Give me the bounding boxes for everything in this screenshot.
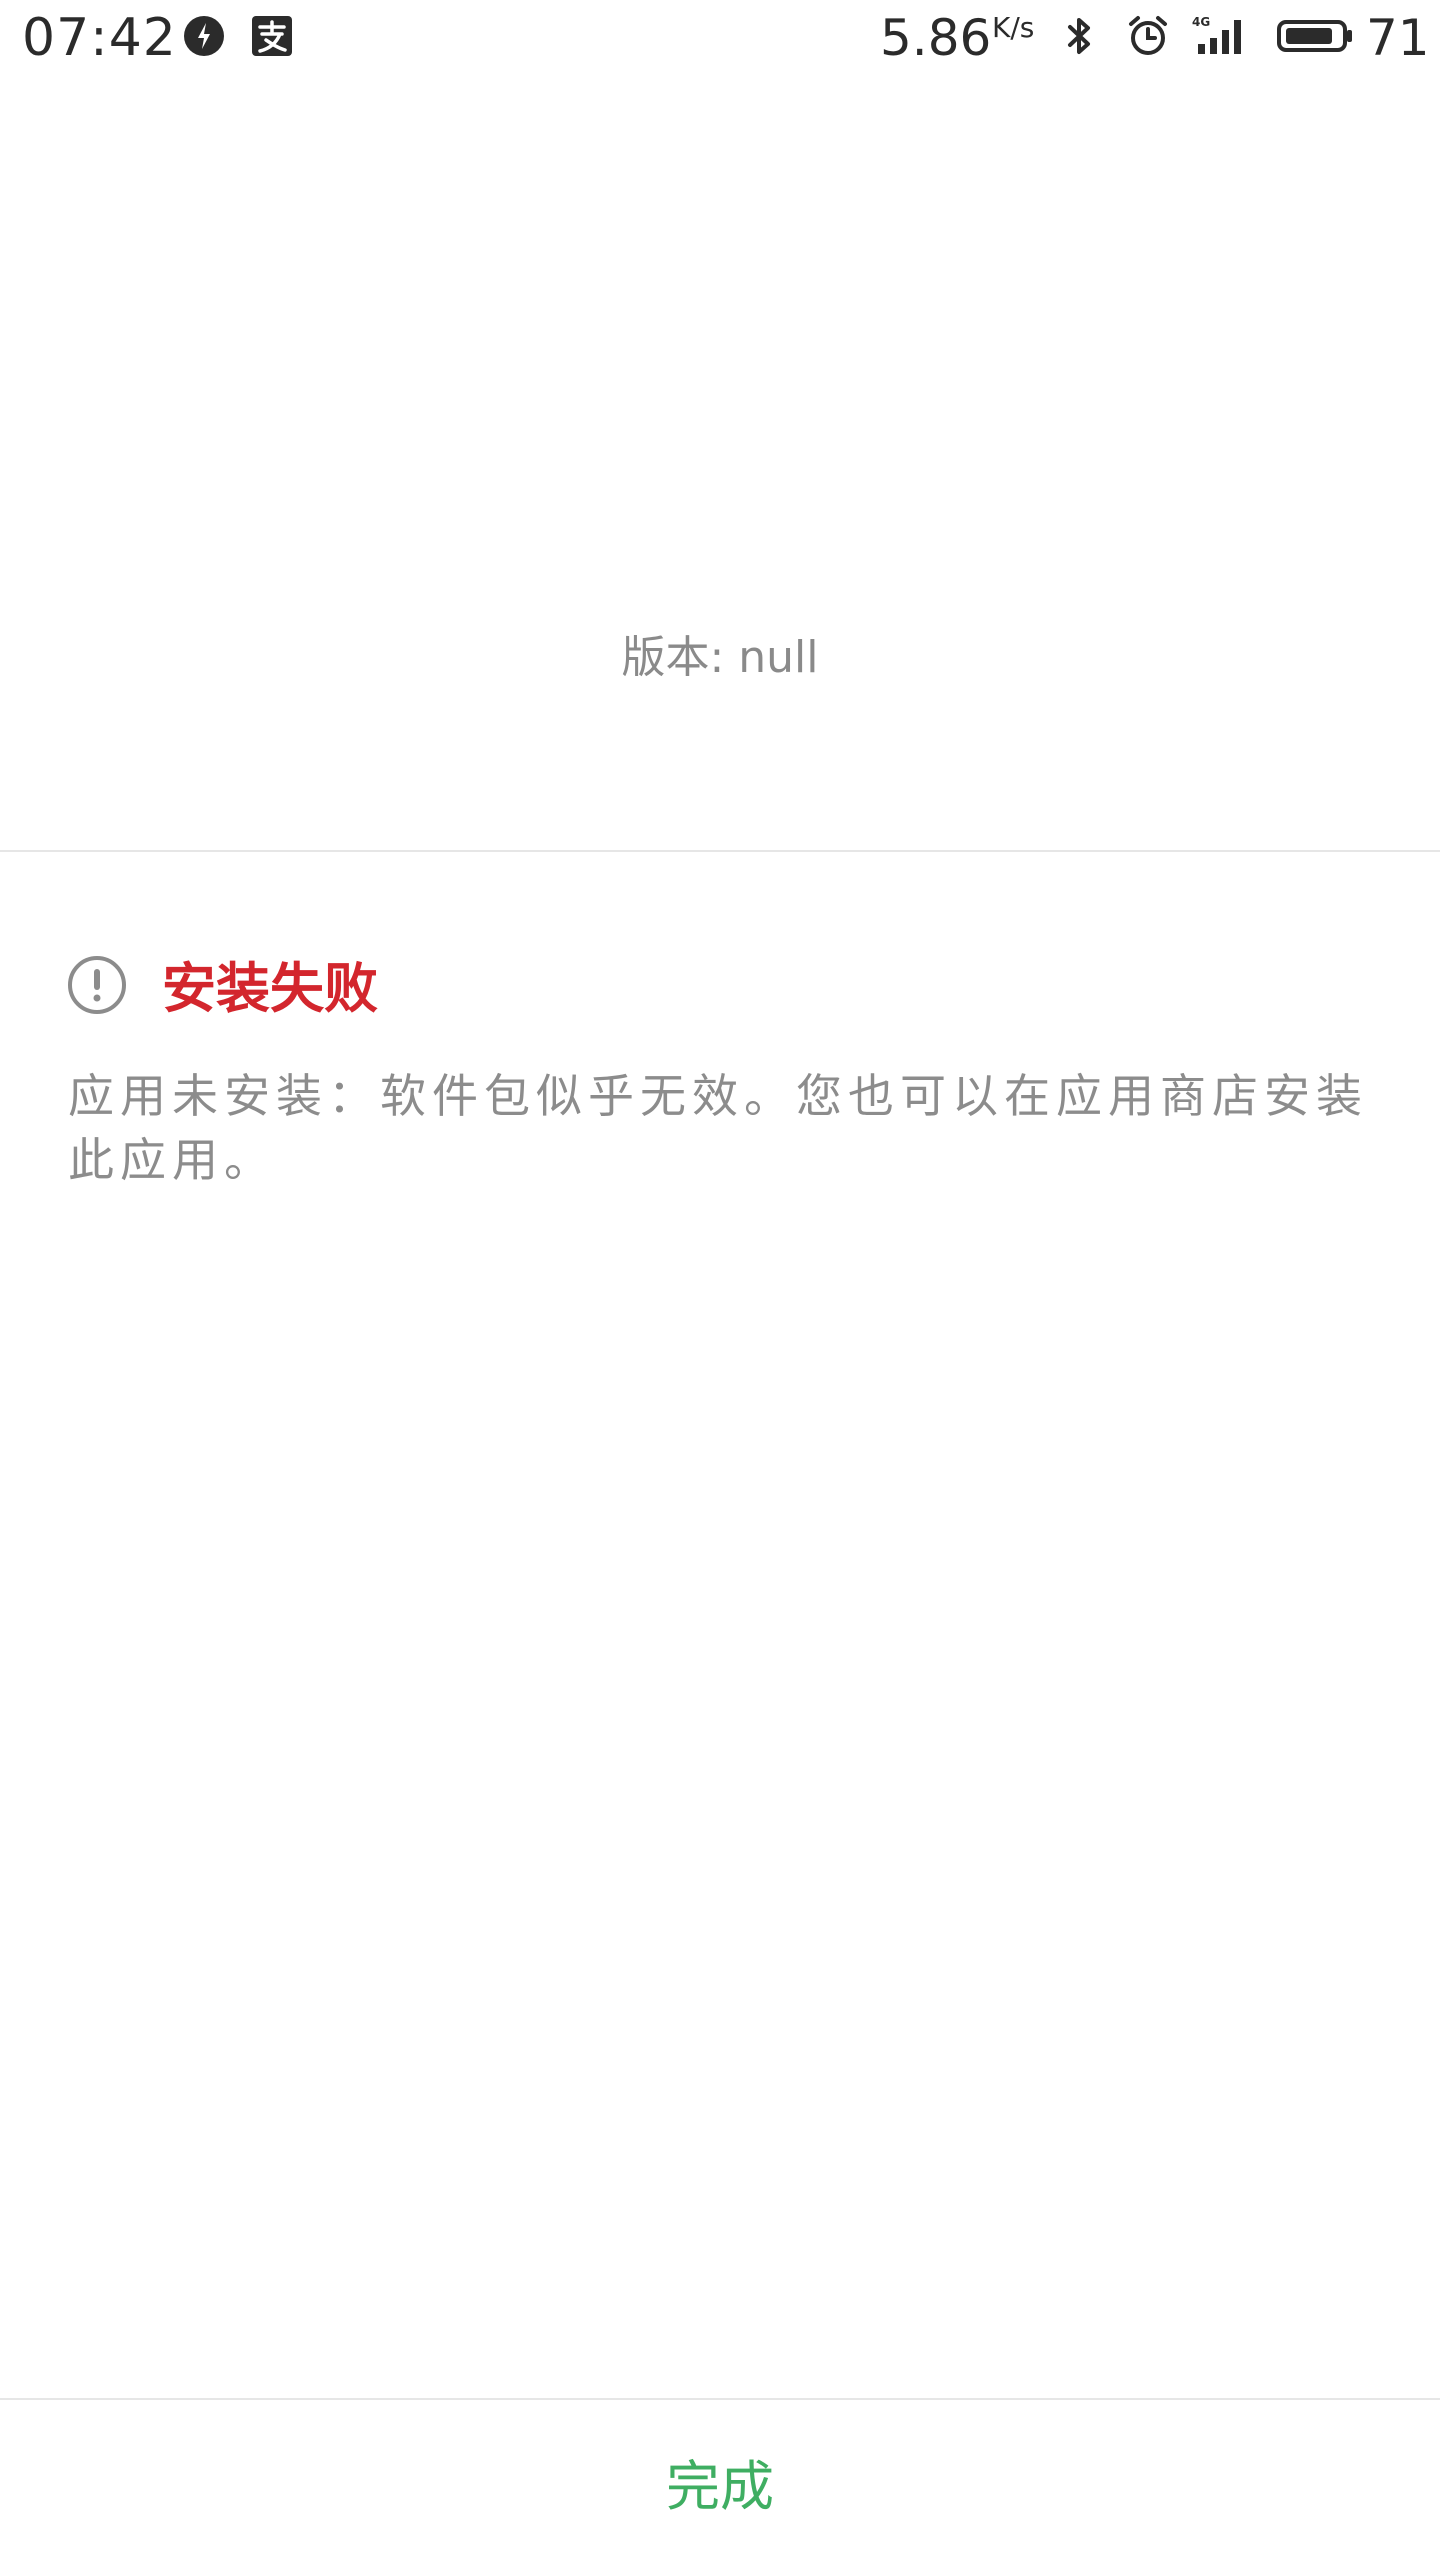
warning-icon [68,956,126,1014]
battery-level: 71 [1366,9,1430,67]
status-bar: 07:42 5.86 K/s 4G 71 [0,0,1440,76]
bluetooth-icon [1068,18,1090,54]
install-failed-message: 应用未安装：软件包似乎无效。您也可以在应用商店安装此应用。 [68,1069,1368,1187]
done-button[interactable]: 完成 [0,2402,1440,2560]
battery-icon [1277,20,1352,52]
install-failed-title: 安装失败 [162,957,378,1020]
network-type-label: 4G [1192,15,1210,29]
network-speed: 5.86 [880,9,992,67]
alarm-icon [1129,16,1167,55]
bottom-divider [0,2398,1440,2400]
app-version: 版本: null [621,632,819,683]
notification-app-icon [184,16,224,56]
status-time: 07:42 [22,8,177,68]
alipay-icon [252,16,292,56]
signal-icon: 4G [1192,15,1241,54]
network-speed-unit: K/s [992,11,1035,44]
section-divider [0,850,1440,852]
install-result-screen: 07:42 5.86 K/s 4G 71 版本: null 安装失败 应用未安装… [0,0,1440,2560]
